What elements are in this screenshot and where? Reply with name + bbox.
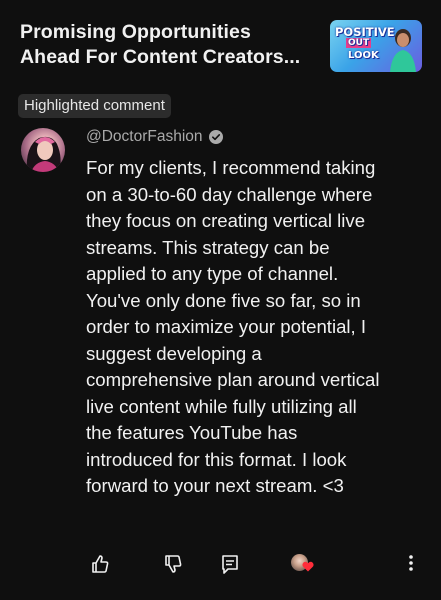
video-title-line-2[interactable]: Ahead For Content Creators... [20,45,320,70]
video-title-line-1[interactable]: Promising Opportunities [20,20,320,45]
comment-author-name[interactable]: @DoctorFashion [86,128,203,146]
comment-action-bar [0,553,441,577]
creator-heart-icon [291,553,317,575]
video-header[interactable]: Promising Opportunities Ahead For Conten… [20,20,320,70]
reply-icon[interactable] [220,553,240,575]
author-avatar[interactable] [21,128,65,172]
thumbnail-text-look: LOOK [348,50,379,61]
verified-badge-icon [208,130,223,144]
thumbs-up-icon[interactable] [90,553,110,575]
video-thumbnail[interactable]: POSITIVE OUT LOOK [330,20,422,72]
highlighted-comment-badge: Highlighted comment [18,94,171,118]
more-vert-icon[interactable] [405,553,417,575]
avatar-photo [26,136,61,172]
comment-author-row: @DoctorFashion [86,128,223,146]
thumbnail-text-out: OUT [346,38,372,48]
thumbnail-text-positive: POSITIVE [335,25,395,39]
comment-text: For my clients, I recommend taking on a … [86,157,380,496]
thumbnail-person-image [390,29,416,72]
thumbs-down-icon[interactable] [163,553,183,575]
heart-icon [302,561,314,572]
